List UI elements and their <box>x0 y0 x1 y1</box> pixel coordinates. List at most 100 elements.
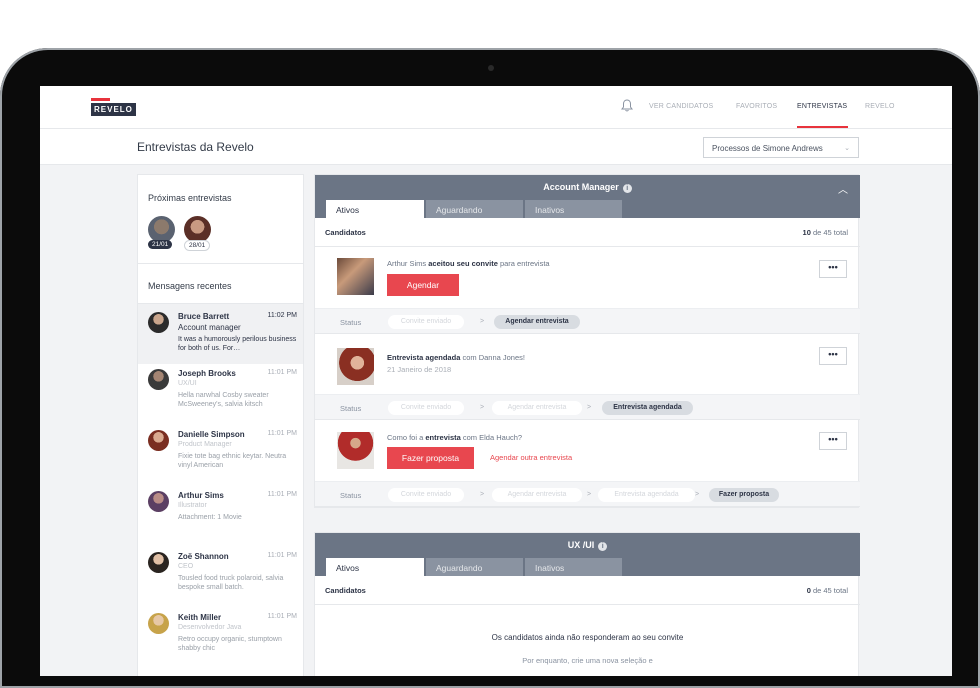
avatar <box>148 552 169 573</box>
message-item[interactable]: Bruce Barrett 11:02 PM Account manager I… <box>138 304 303 364</box>
avatar <box>148 491 169 512</box>
tab-ativos[interactable]: Ativos <box>326 558 424 576</box>
count-number: 10 <box>802 228 811 237</box>
recent-messages-title: Mensagens recentes <box>148 281 232 291</box>
tab-inativos[interactable]: Inativos <box>525 558 622 576</box>
message-sender: Joseph Brooks <box>178 369 236 378</box>
message-preview: Fixie tote bag ethnic keytar. Neutra vin… <box>178 453 287 469</box>
message-preview: Tousled food truck polaroid, salvia besp… <box>178 575 284 591</box>
nav-link-revelo[interactable]: REVELO <box>865 103 895 110</box>
nav-link-favoritos[interactable]: FAVORITOS <box>736 103 777 110</box>
candidates-header: Candidatos 0 de 45 total <box>315 576 860 605</box>
avatar[interactable] <box>184 216 211 243</box>
message-role: UX/UI <box>178 380 197 387</box>
panel-title: Account Manager i <box>315 182 860 193</box>
message-item[interactable]: Joseph Brooks 11:01 PM UX/UI Hella narwh… <box>138 365 303 425</box>
panel-title-text: Account Manager <box>543 182 619 192</box>
status-bar: Status Convite enviado > Agendar entrevi… <box>315 481 860 507</box>
nav-link-ver-candidatos[interactable]: VER CANDIDATOS <box>649 103 713 110</box>
count-total: de 45 total <box>810 586 848 595</box>
bell-icon[interactable] <box>621 99 633 112</box>
panel-title: UX /UI i <box>315 540 860 551</box>
page-title: Entrevistas da Revelo <box>137 140 254 154</box>
candidate-photo <box>337 258 374 295</box>
status-step: Agendar entrevista <box>492 488 582 502</box>
page-header: Entrevistas da Revelo Processos de Simon… <box>40 129 952 165</box>
interview-date-badge: 21/01 <box>148 240 173 249</box>
job-panel-account-manager: Account Manager i ︿ Ativos Aguardando Ina… <box>314 174 860 508</box>
logo-bar <box>91 98 110 101</box>
empty-state-title: Os candidatos ainda não responderam ao s… <box>491 633 684 642</box>
message-pre: Arthur Sims <box>387 259 429 268</box>
status-bar: Status Convite enviado > Agendar entrevi… <box>315 308 860 334</box>
agendar-outra-entrevista-link[interactable]: Agendar outra entrevista <box>490 453 572 462</box>
message-item[interactable]: Danielle Simpson 11:01 PM Product Manage… <box>138 426 303 486</box>
message-time: 11:02 PM <box>267 312 297 319</box>
count-total: de 45 total <box>810 228 848 237</box>
fazer-proposta-button[interactable]: Fazer proposta <box>387 447 474 469</box>
process-select[interactable]: Processos de Simone Andrews ⌄ <box>703 137 859 158</box>
tab-aguardando[interactable]: Aguardando <box>426 558 523 576</box>
tab-inativos[interactable]: Inativos <box>525 200 622 218</box>
message-time: 11:01 PM <box>267 552 297 559</box>
status-step: Entrevista agendada <box>598 488 695 502</box>
message-sender: Keith Miller <box>178 613 222 622</box>
message-preview: It was a humorously perilous business fo… <box>178 336 297 352</box>
message-post: para entrevista <box>497 259 550 268</box>
logo-text: REVELO <box>91 103 136 116</box>
message-post: com Danna Jones! <box>460 353 525 362</box>
candidates-header: Candidatos 10 de 45 total <box>315 218 860 247</box>
status-label: Status <box>340 318 362 327</box>
candidate-message: Entrevista agendada com Danna Jones! <box>387 353 525 362</box>
candidates-label: Candidatos <box>325 586 366 595</box>
message-preview: Attachment: 1 Movie <box>178 514 242 521</box>
status-step-current: Fazer proposta <box>709 488 779 502</box>
job-panel-ux-ui: UX /UI i Ativos Aguardando Inativos Candi… <box>314 532 860 676</box>
tab-ativos[interactable]: Ativos <box>326 200 424 218</box>
message-sender: Arthur Sims <box>178 491 224 500</box>
message-time: 11:01 PM <box>267 430 297 437</box>
status-step: Convite enviado <box>388 315 464 329</box>
camera-dot <box>488 65 494 71</box>
message-role: Desenvolvedor Java <box>178 624 242 631</box>
message-bold: Entrevista agendada <box>387 353 461 362</box>
more-options-button[interactable]: ••• <box>819 432 847 450</box>
info-icon[interactable]: i <box>622 184 632 193</box>
message-role: Illustrator <box>178 502 207 509</box>
info-icon[interactable]: i <box>598 542 608 551</box>
avatar <box>148 430 169 451</box>
candidate-item: Como foi a entrevista com Elda Hauch? Fa… <box>315 421 860 508</box>
panel-title-text: UX /UI <box>567 540 595 550</box>
active-nav-underline <box>797 126 848 128</box>
chevron-right-icon: > <box>695 491 700 498</box>
tab-aguardando[interactable]: Aguardando <box>426 200 523 218</box>
status-step-current: Entrevista agendada <box>602 401 693 415</box>
more-options-button[interactable]: ••• <box>819 260 847 278</box>
status-step: Convite enviado <box>388 401 464 415</box>
revelo-logo[interactable]: REVELO <box>91 98 136 116</box>
avatar[interactable] <box>148 216 175 243</box>
candidates-label: Candidatos <box>325 228 366 237</box>
message-role: Account manager <box>178 323 241 332</box>
panel-header: Account Manager i ︿ Ativos Aguardando Ina… <box>315 175 860 218</box>
nav-link-entrevistas[interactable]: ENTREVISTAS <box>797 103 847 110</box>
avatar <box>148 312 169 333</box>
sidebar: Próximas entrevistas 21/01 28/01 Mensage… <box>137 174 304 676</box>
agendar-button[interactable]: Agendar <box>387 274 459 296</box>
app-screen: REVELO VER CANDIDATOS FAVORITOS ENTREVIS… <box>40 86 952 676</box>
message-item[interactable]: Arthur Sims 11:01 PM Illustrator Attachm… <box>138 487 303 547</box>
candidate-message: Arthur Sims aceitou seu convite para ent… <box>387 259 550 268</box>
status-label: Status <box>340 491 362 500</box>
interview-date-badge: 28/01 <box>184 240 211 251</box>
candidate-photo <box>337 432 374 469</box>
chevron-up-icon[interactable]: ︿ <box>838 181 848 196</box>
message-item[interactable]: Keith Miller 11:01 PM Desenvolvedor Java… <box>138 609 303 669</box>
chevron-down-icon: ⌄ <box>844 145 850 152</box>
chevron-right-icon: > <box>587 404 592 411</box>
message-item[interactable]: Zoë Shannon 11:01 PM CEO Tousled food tr… <box>138 548 303 608</box>
more-options-button[interactable]: ••• <box>819 347 847 365</box>
candidate-item: Entrevista agendada com Danna Jones! 21 … <box>315 334 860 421</box>
avatar <box>148 613 169 634</box>
message-role: CEO <box>178 563 194 570</box>
message-post: com Elda Hauch? <box>460 433 523 442</box>
